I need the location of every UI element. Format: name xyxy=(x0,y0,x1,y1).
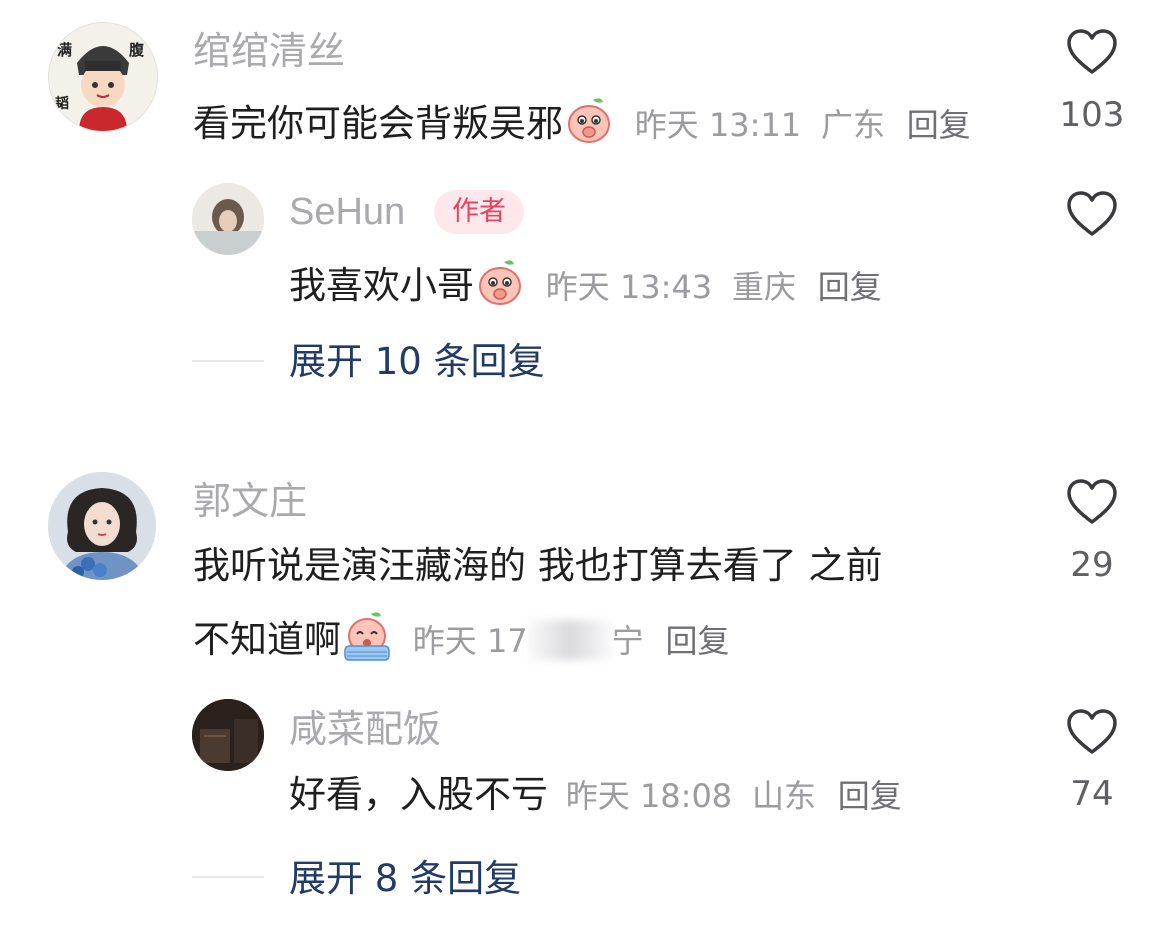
reply-button[interactable]: 回复 xyxy=(838,777,902,815)
reply-text-row: 我喜欢小哥 昨天 13:43 重庆 回复 xyxy=(289,256,882,308)
reply-button[interactable]: 回复 xyxy=(818,268,882,306)
like-count: 29 xyxy=(1070,545,1114,585)
comment-text: 看完你可能会背叛吴邪 xyxy=(193,102,563,145)
comment-text: 我听说是演汪藏海的 我也打算去看了 之前 xyxy=(193,544,883,587)
divider xyxy=(192,876,264,878)
avatar[interactable] xyxy=(192,699,264,771)
author-badge: 作者 xyxy=(434,190,524,235)
reply-text: 我喜欢小哥 xyxy=(289,264,474,307)
comment-time: 昨天 13:11 xyxy=(634,106,802,144)
reply-text-row: 好看，入股不亏 昨天 18:08 山东 回复 xyxy=(289,773,902,817)
avatar-photo-image xyxy=(192,183,264,255)
like-count: 103 xyxy=(1059,95,1125,135)
comment-username[interactable]: 绾绾清丝 xyxy=(193,32,345,70)
avatar[interactable] xyxy=(48,472,156,580)
avatar-text-bl: 韬 xyxy=(55,96,69,112)
reply-text: 好看，入股不亏 xyxy=(289,773,548,816)
crying-peach-emoji xyxy=(344,612,390,661)
avatar[interactable] xyxy=(192,183,264,255)
comment-username[interactable]: 郭文庄 xyxy=(193,482,307,520)
avatar-illustration-image xyxy=(48,472,156,580)
reply-location: 山东 xyxy=(751,777,816,815)
reply-button[interactable]: 回复 xyxy=(907,106,971,144)
divider xyxy=(192,360,264,362)
reply-time: 昨天 13:43 xyxy=(545,268,713,306)
reply-time: 昨天 18:08 xyxy=(565,777,733,815)
comment-time: 昨天 17 xyxy=(412,622,528,660)
avatar-text-tr: 腹 xyxy=(129,41,145,59)
blush-peach-emoji xyxy=(479,260,521,305)
comment-text-line2: 不知道啊 xyxy=(193,618,341,661)
reply-username[interactable]: 咸菜配饭 xyxy=(289,710,441,748)
like-heart-icon[interactable] xyxy=(1066,28,1118,76)
like-heart-icon[interactable] xyxy=(1066,708,1118,756)
avatar[interactable]: 满 腹 韬 xyxy=(48,22,158,132)
expand-replies-button[interactable]: 展开 8 条回复 xyxy=(289,860,521,897)
comment-location: 宁 xyxy=(611,622,644,660)
expand-replies-button[interactable]: 展开 10 条回复 xyxy=(289,343,545,380)
blurred-region xyxy=(527,620,612,660)
avatar-photo-image xyxy=(192,699,264,771)
like-heart-icon[interactable] xyxy=(1066,190,1118,238)
like-heart-icon[interactable] xyxy=(1066,478,1118,526)
comment-text-row: 不知道啊 昨天 17 宁 回复 xyxy=(193,610,729,662)
reply-location: 重庆 xyxy=(731,268,796,306)
comment-text-row: 看完你可能会背叛吴邪 昨天 13:11 广东 回复 xyxy=(193,94,971,146)
reply-username[interactable]: SeHun xyxy=(289,193,405,231)
like-count: 74 xyxy=(1070,774,1114,814)
comment-location: 广东 xyxy=(820,106,885,144)
blush-peach-emoji xyxy=(568,98,610,143)
reply-button[interactable]: 回复 xyxy=(665,622,729,660)
avatar-text-tl: 满 xyxy=(57,41,73,59)
